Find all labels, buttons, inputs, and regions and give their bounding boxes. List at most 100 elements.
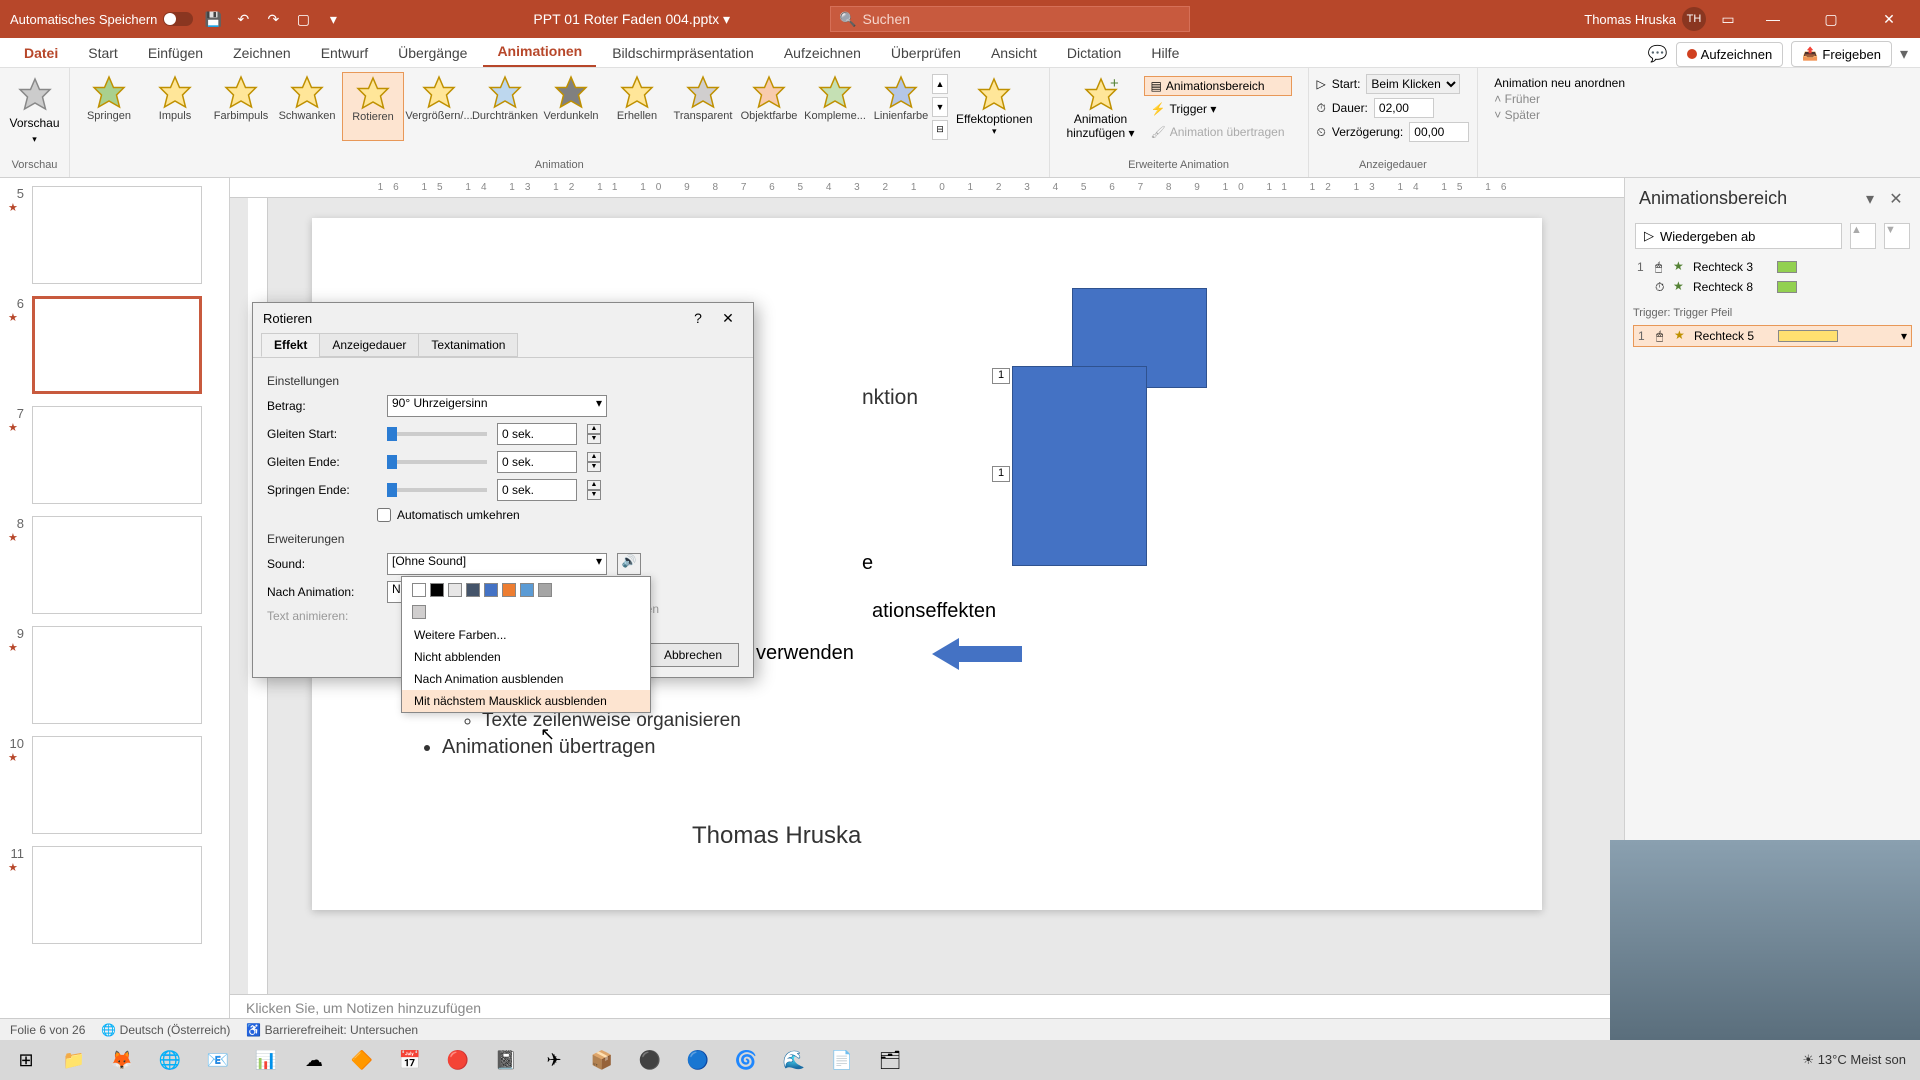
smooth-start-spin[interactable]: 0 sek.	[497, 423, 577, 445]
duration-input[interactable]	[1374, 98, 1434, 118]
arrow-shape[interactable]	[932, 638, 1022, 670]
dropdown-icon[interactable]: ▾	[1901, 329, 1907, 343]
tab-hilfe[interactable]: Hilfe	[1137, 39, 1193, 67]
add-animation-button[interactable]: + Animation hinzufügen ▾	[1066, 76, 1136, 142]
dropdown-item-0[interactable]: Nicht abblenden	[402, 646, 650, 668]
thumbnail-8[interactable]: 8★	[8, 516, 221, 614]
start-select[interactable]: Beim Klicken	[1366, 74, 1460, 94]
app-icon[interactable]: 📅	[388, 1042, 432, 1078]
color-swatch[interactable]	[502, 583, 516, 597]
dialog-tab-2[interactable]: Textanimation	[418, 333, 518, 357]
thumbnail-11[interactable]: 11★	[8, 846, 221, 944]
close-button[interactable]: ✕	[1866, 0, 1912, 38]
app-icon[interactable]: 🌀	[724, 1042, 768, 1078]
bounce-end-spin[interactable]: 0 sek.	[497, 479, 577, 501]
language-button[interactable]: 🌐 Deutsch (Österreich)	[101, 1023, 230, 1037]
outlook-icon[interactable]: 📧	[196, 1042, 240, 1078]
obs-icon[interactable]: ⚫	[628, 1042, 672, 1078]
undo-icon[interactable]: ↶	[233, 9, 253, 29]
pane-options-icon[interactable]: ▾	[1860, 189, 1880, 209]
thumbnail-9[interactable]: 9★	[8, 626, 221, 724]
tab-übergänge[interactable]: Übergänge	[384, 39, 481, 67]
bounce-end-slider[interactable]	[387, 488, 487, 492]
ribbon-chevron-icon[interactable]: ▾	[1900, 44, 1908, 64]
save-icon[interactable]: 💾	[203, 9, 223, 29]
tab-file[interactable]: Datei	[10, 39, 72, 67]
play-from-button[interactable]: ▷Wiedergeben ab	[1635, 223, 1842, 249]
tab-entwurf[interactable]: Entwurf	[307, 39, 382, 67]
autosave-toggle[interactable]: Automatisches Speichern	[10, 12, 193, 27]
dialog-tab-0[interactable]: Effekt	[261, 333, 320, 357]
gallery-item-4[interactable]: Rotieren	[342, 72, 404, 141]
thumbnail-10[interactable]: 10★	[8, 736, 221, 834]
tab-start[interactable]: Start	[74, 39, 132, 67]
gallery-item-11[interactable]: Kompleme...	[804, 72, 866, 141]
app-icon[interactable]: 🗂	[868, 1042, 912, 1078]
qat-more-icon[interactable]: ▾	[323, 9, 343, 29]
dialog-help-button[interactable]: ?	[683, 303, 713, 333]
app-icon[interactable]: 🔴	[436, 1042, 480, 1078]
dropdown-item-2[interactable]: Mit nächstem Mausklick ausblenden	[402, 690, 650, 712]
telegram-icon[interactable]: ✈	[532, 1042, 576, 1078]
color-swatch[interactable]	[412, 583, 426, 597]
sound-volume-button[interactable]: 🔊	[617, 553, 641, 575]
thumbnail-6[interactable]: 6★	[8, 296, 221, 394]
trigger-button[interactable]: ⚡Trigger ▾	[1144, 99, 1292, 119]
firefox-icon[interactable]: 🦊	[100, 1042, 144, 1078]
smooth-end-spin[interactable]: 0 sek.	[497, 451, 577, 473]
share-button[interactable]: 📤Freigeben	[1791, 41, 1892, 67]
gallery-item-0[interactable]: Springen	[78, 72, 140, 141]
animation-pane-button[interactable]: ▤Animationsbereich	[1144, 76, 1292, 96]
ribbon-display-icon[interactable]: ▭	[1718, 9, 1738, 29]
thumbnail-7[interactable]: 7★	[8, 406, 221, 504]
present-icon[interactable]: ▢	[293, 9, 313, 29]
tab-ansicht[interactable]: Ansicht	[977, 39, 1051, 67]
color-swatch[interactable]	[466, 583, 480, 597]
vlc-icon[interactable]: 🔶	[340, 1042, 384, 1078]
edge-icon[interactable]: 🌊	[772, 1042, 816, 1078]
dropdown-item-1[interactable]: Nach Animation ausblenden	[402, 668, 650, 690]
minimize-button[interactable]: —	[1750, 0, 1796, 38]
color-swatch[interactable]	[520, 583, 534, 597]
comments-icon[interactable]: 💬	[1648, 44, 1668, 64]
animation-tag-2[interactable]: 1	[992, 466, 1010, 482]
weather-widget[interactable]: ☀ 13°C Meist son	[1802, 1052, 1906, 1068]
color-swatch[interactable]	[448, 583, 462, 597]
gallery-item-5[interactable]: Vergrößern/...	[408, 72, 470, 141]
animation-list[interactable]: 1🖱★Rechteck 3⏱★Rechteck 8	[1625, 253, 1920, 301]
onenote-icon[interactable]: 📓	[484, 1042, 528, 1078]
smooth-end-slider[interactable]	[387, 460, 487, 464]
start-button[interactable]: ⊞	[4, 1042, 48, 1078]
record-button[interactable]: Aufzeichnen	[1676, 42, 1784, 67]
search-box[interactable]: 🔍 Suchen	[830, 6, 1190, 32]
tab-überprüfen[interactable]: Überprüfen	[877, 39, 975, 67]
gallery-item-3[interactable]: Schwanken	[276, 72, 338, 141]
color-swatch[interactable]	[430, 583, 444, 597]
amount-combo[interactable]: 90° Uhrzeigersinn ▾	[387, 395, 607, 417]
gallery-item-8[interactable]: Erhellen	[606, 72, 668, 141]
effect-options-button[interactable]: Effektoptionen ▾	[948, 72, 1041, 141]
rectangle-shape-2[interactable]	[1012, 366, 1147, 566]
dialog-close-button[interactable]: ✕	[713, 303, 743, 333]
accessibility-button[interactable]: ♿ Barrierefreiheit: Untersuchen	[246, 1023, 418, 1037]
app-icon[interactable]: ☁	[292, 1042, 336, 1078]
animation-item-1[interactable]: ⏱★Rechteck 8	[1633, 277, 1912, 297]
tab-zeichnen[interactable]: Zeichnen	[219, 39, 305, 67]
chrome-icon[interactable]: 🌐	[148, 1042, 192, 1078]
color-swatch[interactable]	[538, 583, 552, 597]
more-colors-item[interactable]: Weitere Farben...	[402, 624, 650, 646]
tab-einfügen[interactable]: Einfügen	[134, 39, 217, 67]
sound-combo[interactable]: [Ohne Sound] ▾	[387, 553, 607, 575]
slide-counter[interactable]: Folie 6 von 26	[10, 1023, 85, 1037]
gallery-item-9[interactable]: Transparent	[672, 72, 734, 141]
tab-bildschirmpräsentation[interactable]: Bildschirmpräsentation	[598, 39, 768, 67]
gallery-item-12[interactable]: Linienfarbe	[870, 72, 932, 141]
thumbnail-5[interactable]: 5★	[8, 186, 221, 284]
dialog-tab-1[interactable]: Anzeigedauer	[319, 333, 419, 357]
smooth-start-slider[interactable]	[387, 432, 487, 436]
app-icon[interactable]: 🔵	[676, 1042, 720, 1078]
cancel-button[interactable]: Abbrechen	[647, 643, 739, 667]
gallery-item-2[interactable]: Farbimpuls	[210, 72, 272, 141]
gallery-scroll[interactable]: ▲▼⊟	[932, 72, 948, 141]
pane-close-icon[interactable]: ✕	[1886, 189, 1906, 209]
